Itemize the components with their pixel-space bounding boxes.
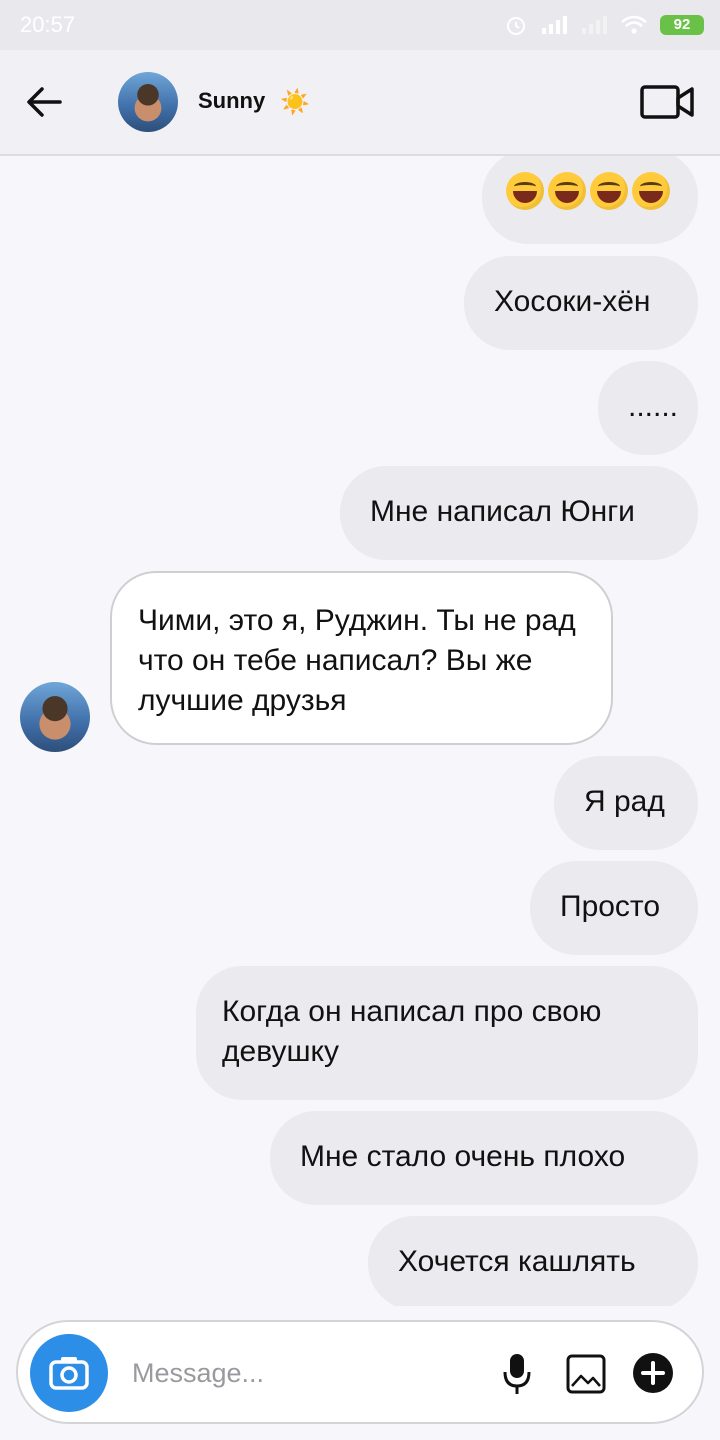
message-input[interactable]: [130, 1352, 474, 1394]
camera-button[interactable]: [30, 1334, 108, 1412]
grinning-emoji: [590, 172, 628, 210]
signal-secondary-icon: [582, 16, 607, 34]
message-bubble-in[interactable]: Чими, это я, Руджин. Ты не рад что он те…: [110, 571, 613, 745]
signal-icon: [542, 16, 567, 34]
sender-avatar[interactable]: [20, 682, 90, 752]
contact-avatar[interactable]: [118, 72, 178, 132]
contact-name[interactable]: Sunny: [198, 88, 265, 114]
message-bubble-out[interactable]: Когда он написал про свою девушку: [196, 966, 698, 1100]
sun-emoji: ☀️: [280, 89, 310, 116]
status-bar: 20:57 92: [0, 0, 720, 50]
plus-circle-icon[interactable]: [632, 1352, 674, 1394]
chat-header: Sunny ☀️: [0, 50, 720, 156]
status-time: 20:57: [20, 12, 76, 37]
message-bubble-out[interactable]: Мне стало очень плохо: [270, 1111, 698, 1205]
message-bubble-out[interactable]: Хосоки-хён: [464, 256, 698, 350]
grinning-emoji: [506, 172, 544, 210]
microphone-icon[interactable]: [502, 1352, 532, 1396]
message-bubble-emoji[interactable]: [482, 156, 698, 244]
message-bubble-out[interactable]: Хочется кашлять: [368, 1216, 698, 1306]
status-icons: 92: [504, 10, 704, 40]
message-thread[interactable]: Хосоки-хён ...... Мне написал Юнги Чими,…: [0, 156, 720, 1306]
image-icon[interactable]: [566, 1354, 606, 1394]
emoji-row: [506, 172, 674, 210]
back-arrow-icon[interactable]: [22, 80, 66, 124]
message-bubble-out[interactable]: Просто: [530, 861, 698, 955]
message-bubble-out[interactable]: ......: [598, 361, 698, 455]
grinning-emoji: [548, 172, 586, 210]
video-camera-icon[interactable]: [640, 82, 694, 122]
camera-icon: [49, 1357, 89, 1390]
message-composer: [16, 1320, 704, 1424]
message-bubble-out[interactable]: Я рад: [554, 756, 698, 850]
grinning-emoji: [632, 172, 670, 210]
wifi-icon: [621, 15, 647, 34]
battery-indicator: 92: [660, 15, 704, 35]
message-bubble-out[interactable]: Мне написал Юнги: [340, 466, 698, 560]
alarm-icon: [507, 17, 525, 35]
